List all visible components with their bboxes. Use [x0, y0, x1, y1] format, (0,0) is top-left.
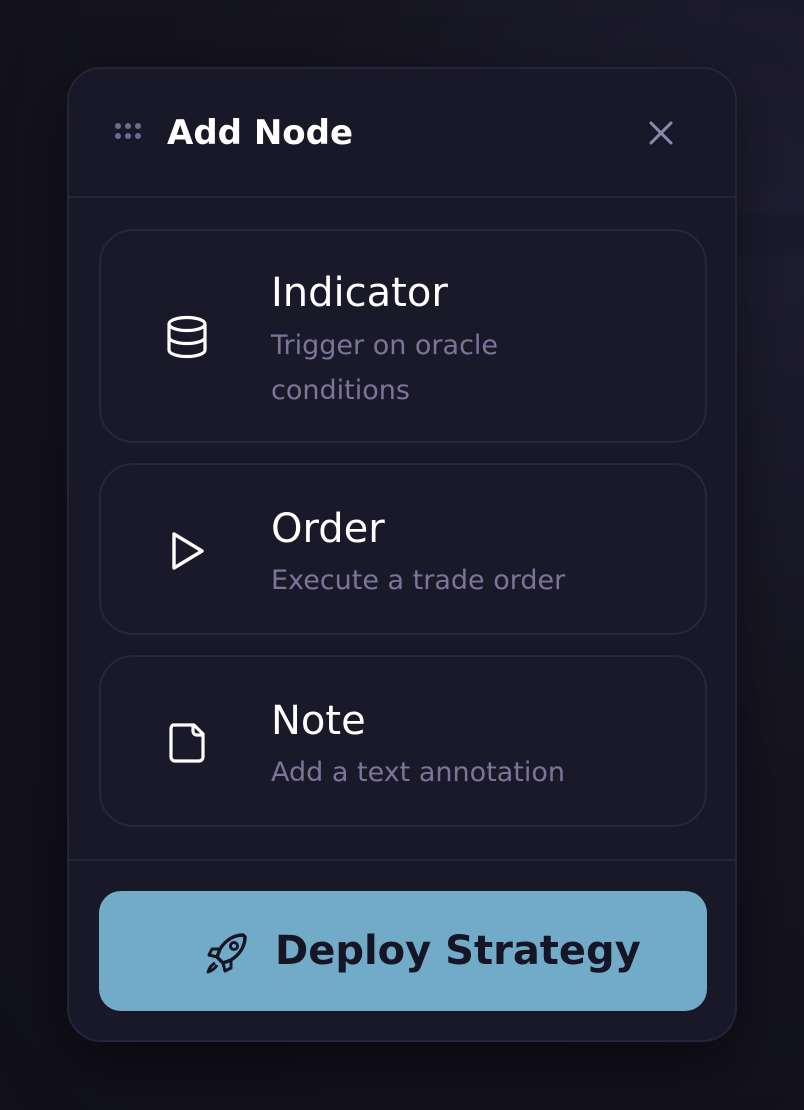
- grip-dots-icon[interactable]: [115, 123, 145, 143]
- close-button[interactable]: [643, 115, 679, 151]
- add-node-panel: Add Node Indicator Trigger on oracle con…: [67, 67, 737, 1042]
- node-title: Order: [271, 506, 385, 552]
- node-description: Execute a trade order: [271, 565, 566, 596]
- node-title: Indicator: [271, 270, 448, 316]
- panel-header: Add Node: [69, 69, 735, 198]
- panel-title: Add Node: [167, 113, 354, 153]
- node-option-note[interactable]: Note Add a text annotation: [99, 655, 707, 827]
- close-icon: [649, 121, 673, 145]
- node-option-order[interactable]: Order Execute a trade order: [99, 463, 707, 635]
- database-icon: [167, 315, 207, 359]
- node-option-indicator[interactable]: Indicator Trigger on oracle conditions: [99, 229, 707, 443]
- deploy-strategy-button[interactable]: Deploy Strategy: [99, 891, 707, 1011]
- play-icon: [172, 532, 204, 570]
- deploy-button-label: Deploy Strategy: [275, 928, 641, 974]
- rocket-icon: [206, 933, 247, 974]
- background-connector: [736, 215, 804, 255]
- node-title: Note: [271, 698, 366, 744]
- note-icon: [169, 723, 205, 763]
- node-description: Add a text annotation: [271, 757, 565, 788]
- node-description: Trigger on oracle conditions: [271, 330, 499, 406]
